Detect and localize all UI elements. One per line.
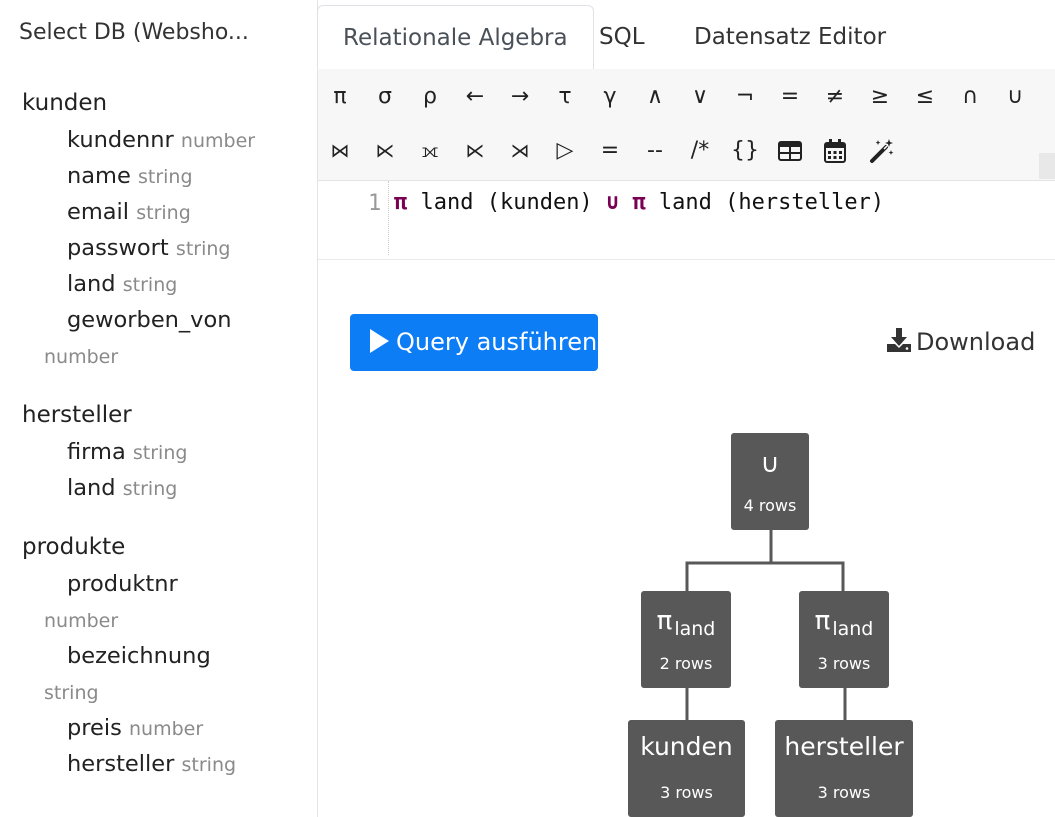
code-token: ∪ <box>605 190 620 215</box>
table-produkte[interactable]: produkte <box>22 534 125 560</box>
or-button[interactable]: ∨ <box>678 75 722 119</box>
code-token: π <box>394 190 408 215</box>
code-token: π <box>632 190 646 215</box>
union-button[interactable]: ∪ <box>993 75 1037 119</box>
table-hersteller[interactable]: hersteller <box>22 402 132 428</box>
order-by-button[interactable]: τ <box>543 75 587 119</box>
query-editor[interactable]: 1 π land (kunden) ∪ π land (hersteller) <box>318 181 1055 260</box>
node-operator: π land <box>656 606 716 640</box>
anti-join-button[interactable]: ▷ <box>543 129 587 173</box>
not-equals-button[interactable]: ≠ <box>813 75 857 119</box>
magic-wand-icon <box>870 139 894 163</box>
column-name[interactable]: name string <box>67 163 193 189</box>
calendar-icon <box>824 139 846 163</box>
right-semi-join-button[interactable]: ⋊ <box>498 129 542 173</box>
tree-node-projection-left[interactable]: π land 2 rows <box>641 591 731 688</box>
left-outer-join-button[interactable]: ⋉ <box>363 129 407 173</box>
code-token: land (hersteller) <box>645 190 885 215</box>
assign-button[interactable]: = <box>588 129 632 173</box>
play-icon <box>370 329 389 353</box>
node-row-count: 3 rows <box>817 654 871 673</box>
autoformat-button[interactable] <box>860 129 904 173</box>
insert-table-button[interactable] <box>768 129 812 173</box>
sidebar-more: . <box>22 806 28 817</box>
full-outer-join-button[interactable]: ⟗ <box>408 129 452 173</box>
column-type: number <box>44 610 119 632</box>
column-land[interactable]: land string <box>67 271 177 297</box>
intersection-button[interactable]: ∩ <box>948 75 992 119</box>
tree-node-hersteller[interactable]: hersteller 3 rows <box>775 720 913 817</box>
editor-tabs: Relationale Algebra SQL Datensatz Editor <box>317 5 1055 70</box>
download-button[interactable]: Download <box>886 328 1035 356</box>
column-hersteller[interactable]: hersteller string <box>67 751 236 777</box>
node-relation-name: hersteller <box>784 732 904 761</box>
less-equal-button[interactable]: ≤ <box>903 75 947 119</box>
and-button[interactable]: ∧ <box>633 75 677 119</box>
node-relation-name: kunden <box>640 732 733 761</box>
column-preis[interactable]: preis number <box>67 715 203 741</box>
left-semi-join-button[interactable]: ⋉ <box>453 129 497 173</box>
selection-button[interactable]: σ <box>363 75 407 119</box>
node-row-count: 2 rows <box>659 654 713 673</box>
projection-button[interactable]: π <box>318 75 362 119</box>
code-token: land (kunden) <box>407 190 606 215</box>
natural-join-button[interactable]: ⋈ <box>318 129 362 173</box>
column-produktnr[interactable]: produktnr <box>67 571 178 597</box>
line-comment-button[interactable]: -- <box>633 129 677 173</box>
toolbar-overflow <box>1039 153 1055 179</box>
column-geworben-von[interactable]: geworben_von <box>67 307 232 333</box>
node-row-count: 3 rows <box>660 783 713 802</box>
tree-node-projection-right[interactable]: π land 3 rows <box>799 591 889 688</box>
column-type: number <box>44 346 119 368</box>
column-passwort[interactable]: passwort string <box>67 235 230 261</box>
tab-sql[interactable]: SQL <box>574 5 670 68</box>
node-row-count: 3 rows <box>817 783 871 802</box>
block-comment-button[interactable]: /* <box>678 129 722 173</box>
table-icon <box>778 141 802 161</box>
tab-datensatz-editor[interactable]: Datensatz Editor <box>669 5 911 68</box>
tree-node-union[interactable]: ∪ 4 rows <box>731 433 809 530</box>
column-type: string <box>44 682 99 704</box>
right-arrow-button[interactable]: → <box>498 75 542 119</box>
node-operator: ∪ <box>760 449 780 479</box>
tree-node-kunden[interactable]: kunden 3 rows <box>628 720 745 817</box>
download-icon <box>887 328 911 352</box>
column-bezeichnung[interactable]: bezeichnung <box>67 643 211 669</box>
download-label: Download <box>916 328 1036 356</box>
node-row-count: 4 rows <box>743 496 797 515</box>
node-operator: π land <box>814 606 874 640</box>
braces-button[interactable]: {} <box>723 129 767 173</box>
db-select-dropdown[interactable]: Select DB (Websho... <box>19 20 249 45</box>
table-kunden[interactable]: kunden <box>22 90 107 116</box>
line-number: 1 <box>368 191 382 216</box>
operator-toolbar: π σ ρ ← → τ γ ∧ ∨ ¬ = ≠ ≥ ≤ ∩ ∪ ⋈ ⋉ ⟗ ⋉ … <box>318 69 1055 181</box>
run-query-label: Query ausführen <box>396 328 598 356</box>
query-code[interactable]: π land (kunden) ∪ π land (hersteller) <box>394 190 884 215</box>
group-by-button[interactable]: γ <box>588 75 632 119</box>
column-kundennr[interactable]: kundennr number <box>67 127 255 153</box>
not-button[interactable]: ¬ <box>723 75 767 119</box>
rename-button[interactable]: ρ <box>408 75 452 119</box>
equals-button[interactable]: = <box>768 75 812 119</box>
tab-relationale-algebra[interactable]: Relationale Algebra <box>317 5 594 70</box>
column-email[interactable]: email string <box>67 199 191 225</box>
left-arrow-button[interactable]: ← <box>453 75 497 119</box>
column-firma[interactable]: firma string <box>67 439 187 465</box>
column-land[interactable]: land string <box>67 475 177 501</box>
schema-sidebar: Select DB (Websho... kunden kundennr num… <box>0 0 318 817</box>
greater-equal-button[interactable]: ≥ <box>858 75 902 119</box>
insert-date-button[interactable] <box>813 129 857 173</box>
run-query-button[interactable]: Query ausführen <box>350 314 598 371</box>
